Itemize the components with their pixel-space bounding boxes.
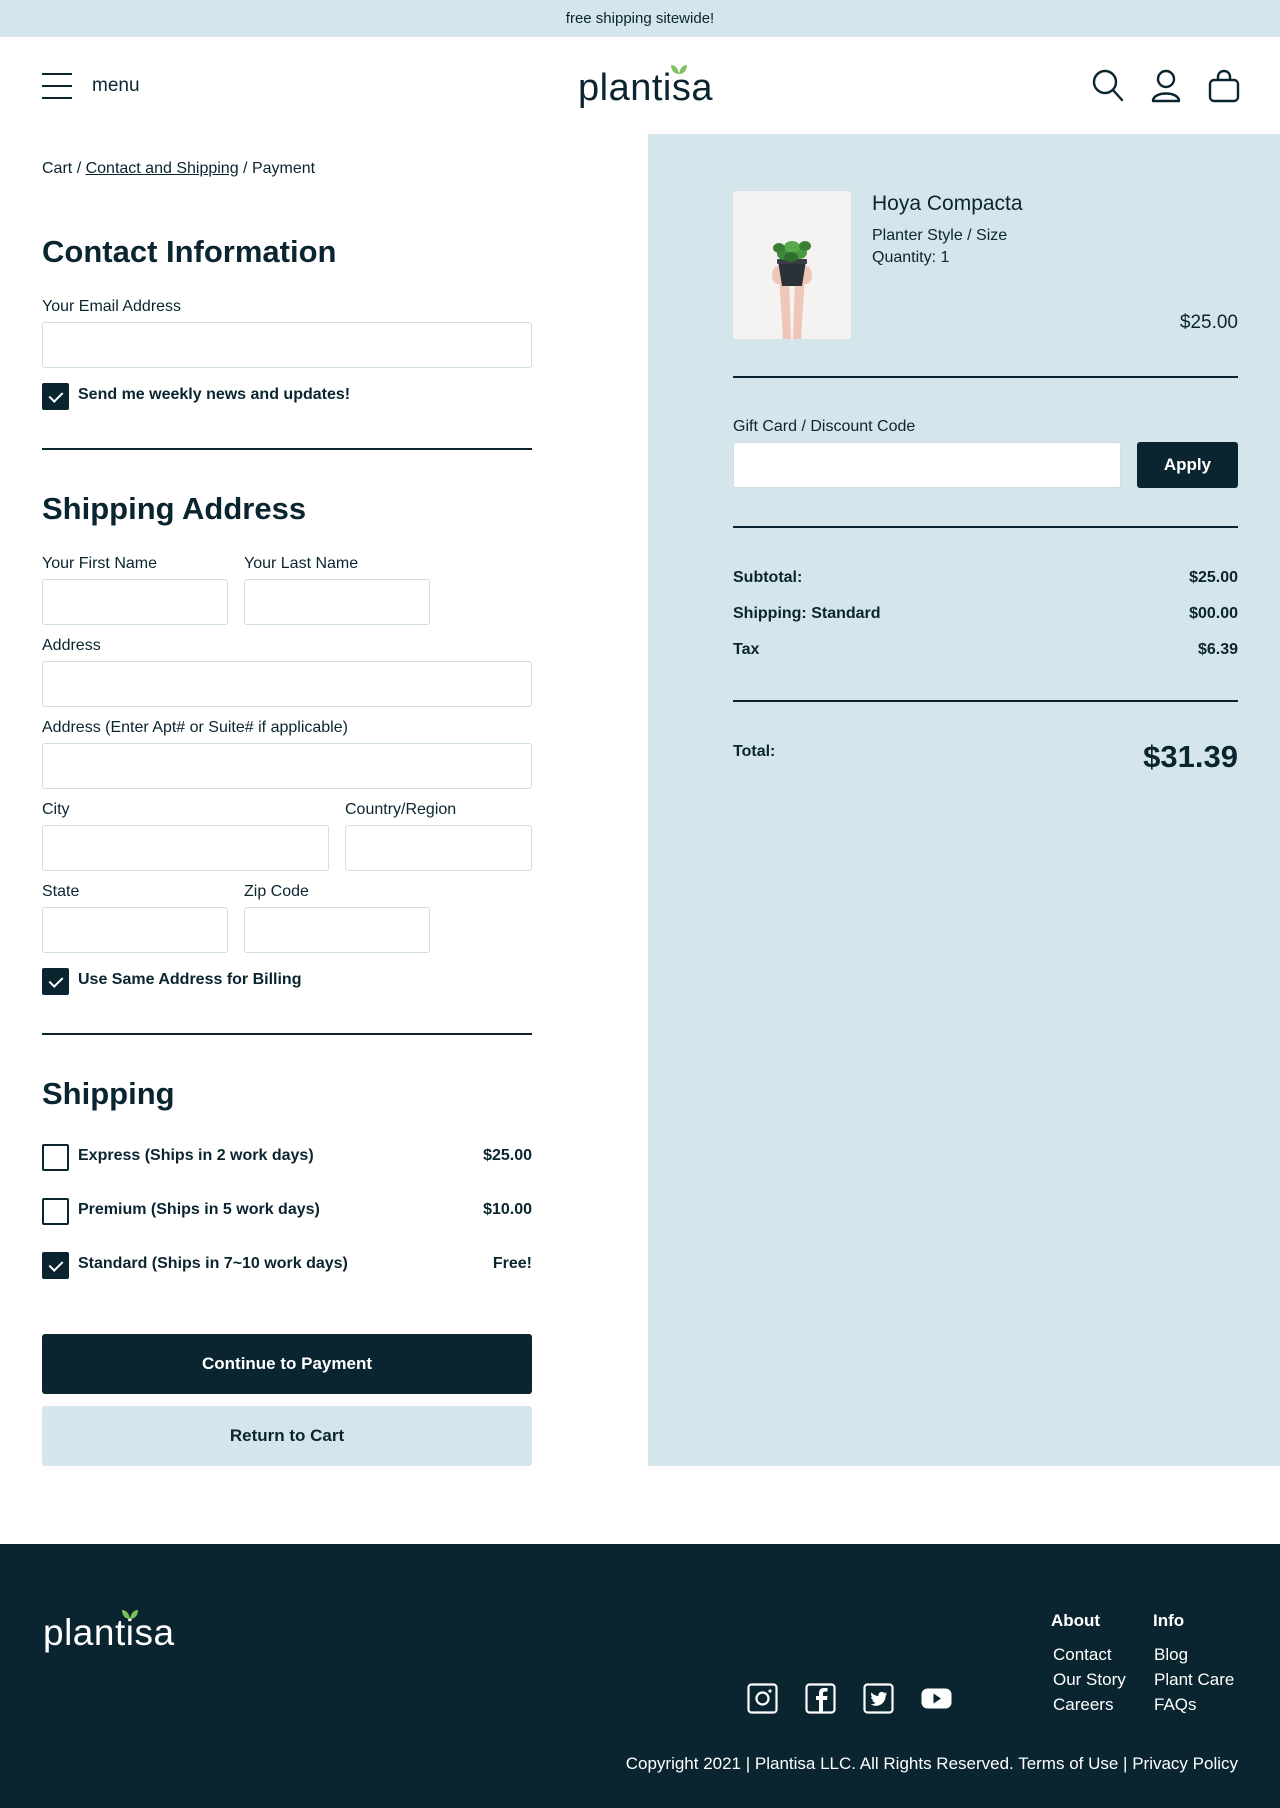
footer-info-heading: Info [1153, 1611, 1185, 1630]
footer-link-contact[interactable]: Contact [1053, 1645, 1112, 1665]
breadcrumb-contact-shipping[interactable]: Contact and Shipping [86, 160, 239, 177]
footer-link-our-story[interactable]: Our Story [1053, 1670, 1126, 1690]
subtotal-value: $25.00 [1189, 569, 1238, 586]
tax-label: Tax [733, 641, 760, 658]
email-label: Your Email Address [42, 298, 182, 315]
state-input[interactable] [42, 907, 228, 953]
shipping-option-premium-price: $10.00 [483, 1201, 532, 1218]
return-to-cart-button[interactable]: Return to Cart [42, 1406, 532, 1466]
product-price: $25.00 [1179, 312, 1238, 333]
zip-input[interactable] [244, 907, 430, 953]
footer-link-plant-care[interactable]: Plant Care [1154, 1670, 1234, 1690]
country-input[interactable] [345, 825, 532, 871]
menu-icon [42, 71, 72, 101]
shipping-title: Shipping [42, 1076, 175, 1111]
site-footer: plantisa About Contact Our Story Careers… [0, 1544, 1280, 1808]
same-billing-label: Use Same Address for Billing [78, 971, 302, 988]
footer-link-careers[interactable]: Careers [1053, 1695, 1113, 1715]
shipping-option-express-label: Express (Ships in 2 work days) [78, 1147, 314, 1164]
address2-label: Address (Enter Apt# or Suite# if applica… [42, 719, 348, 736]
social-links [747, 1683, 952, 1714]
divider [733, 376, 1238, 378]
shipping-cost-value: $00.00 [1189, 605, 1238, 622]
last-name-input[interactable] [244, 579, 430, 625]
menu-button[interactable]: menu [42, 71, 140, 101]
plant-illustration [733, 191, 851, 339]
divider [42, 1033, 532, 1035]
product-quantity: Quantity: 1 [872, 249, 950, 266]
footer-logo[interactable]: plantisa [43, 1610, 175, 1654]
divider [733, 526, 1238, 528]
city-input[interactable] [42, 825, 329, 871]
shipping-option-standard-label: Standard (Ships in 7~10 work days) [78, 1255, 348, 1272]
city-label: City [42, 801, 70, 818]
last-name-label: Your Last Name [244, 555, 359, 572]
site-header: menu plantisa [0, 37, 1280, 134]
logo-text: plantisa [578, 67, 713, 109]
menu-label: menu [92, 75, 140, 96]
youtube-icon[interactable] [921, 1683, 952, 1714]
apply-discount-button[interactable]: Apply [1137, 442, 1238, 488]
first-name-input[interactable] [42, 579, 228, 625]
footer-about-heading: About [1051, 1611, 1101, 1630]
tax-value: $6.39 [1197, 641, 1238, 658]
same-billing-checkbox[interactable] [42, 968, 69, 995]
leaf-icon [671, 65, 687, 74]
instagram-icon[interactable] [747, 1683, 778, 1714]
total-value: $31.39 [1143, 739, 1238, 774]
announcement-bar: free shipping sitewide! [0, 0, 1280, 37]
shipping-option-express-price: $25.00 [483, 1147, 532, 1164]
product-variant: Planter Style / Size [872, 227, 1008, 244]
shipping-option-standard-checkbox[interactable] [42, 1252, 69, 1279]
country-label: Country/Region [345, 801, 457, 818]
account-icon[interactable] [1150, 69, 1182, 103]
product-image [733, 191, 851, 339]
divider [42, 448, 532, 450]
address-input[interactable] [42, 661, 532, 707]
header-icons [1092, 69, 1240, 103]
newsletter-checkbox[interactable] [42, 383, 69, 410]
shipping-cost-label: Shipping: Standard [733, 605, 881, 622]
shipping-option-standard-price: Free! [492, 1255, 532, 1272]
total-label: Total: [733, 743, 776, 760]
facebook-icon[interactable] [805, 1683, 836, 1714]
copyright-text: Copyright 2021 | Plantisa LLC. All Right… [625, 1754, 1238, 1773]
breadcrumb-payment[interactable]: Payment [252, 160, 315, 177]
bag-icon[interactable] [1208, 69, 1240, 103]
leaf-icon [122, 1610, 138, 1619]
site-logo[interactable]: plantisa [578, 65, 713, 110]
product-name: Hoya Compacta [872, 192, 1023, 215]
address-label: Address [42, 637, 101, 654]
footer-logo-text: plantisa [43, 1612, 175, 1653]
subtotal-label: Subtotal: [733, 569, 803, 586]
footer-link-blog[interactable]: Blog [1154, 1645, 1188, 1665]
shipping-option-premium-label: Premium (Ships in 5 work days) [78, 1201, 320, 1218]
breadcrumb-cart[interactable]: Cart [42, 160, 72, 177]
shipping-address-title: Shipping Address [42, 491, 307, 526]
contact-title: Contact Information [42, 234, 337, 269]
discount-label: Gift Card / Discount Code [733, 418, 916, 435]
discount-code-input[interactable] [733, 442, 1121, 488]
state-label: State [42, 883, 80, 900]
search-icon[interactable] [1092, 69, 1124, 103]
shipping-option-express-checkbox[interactable] [42, 1144, 69, 1171]
first-name-label: Your First Name [42, 555, 157, 572]
announcement-text: free shipping sitewide! [565, 10, 715, 27]
breadcrumb-separator: / [243, 160, 248, 177]
email-input[interactable] [42, 322, 532, 368]
continue-to-payment-button[interactable]: Continue to Payment [42, 1334, 532, 1394]
zip-label: Zip Code [244, 883, 309, 900]
footer-link-faqs[interactable]: FAQs [1154, 1695, 1197, 1715]
shipping-option-premium-checkbox[interactable] [42, 1198, 69, 1225]
order-summary: Hoya Compacta Planter Style / Size Quant… [648, 134, 1280, 1466]
breadcrumb-separator: / [76, 160, 82, 177]
twitter-icon[interactable] [863, 1683, 894, 1714]
address2-input[interactable] [42, 743, 532, 789]
newsletter-label: Send me weekly news and updates! [78, 386, 351, 403]
breadcrumb: Cart / Contact and Shipping / Payment [42, 160, 315, 178]
divider [733, 700, 1238, 702]
